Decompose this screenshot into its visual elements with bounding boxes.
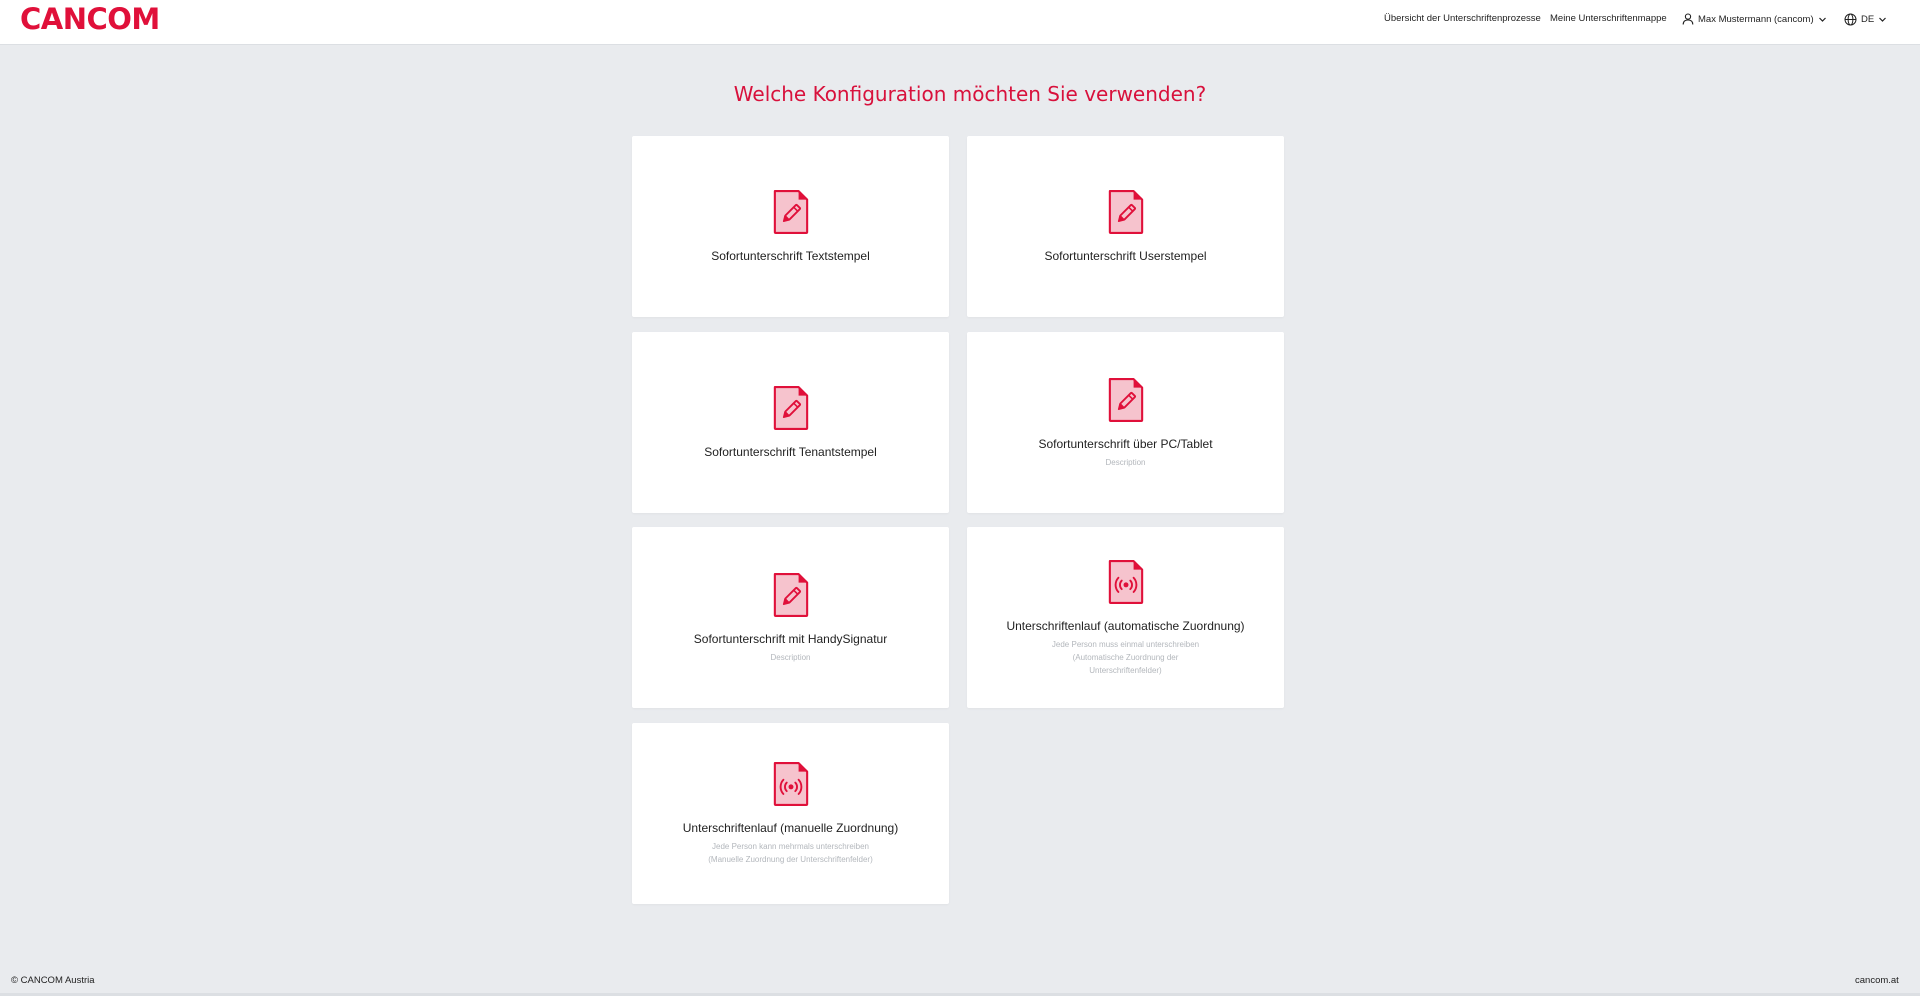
config-card-textstempel[interactable]: Sofortunterschrift Textstempel	[632, 136, 949, 317]
card-title: Unterschriftenlauf (manuelle Zuordnung)	[682, 821, 899, 835]
document-pen-icon	[1107, 189, 1145, 235]
card-title: Sofortunterschrift Textstempel	[711, 249, 870, 263]
card-description: Jede Person muss einmal unterschreiben (…	[1051, 639, 1200, 675]
nav-overview-link[interactable]: Übersicht der Unterschriftenprozesse	[1384, 13, 1541, 24]
user-icon	[1682, 13, 1694, 25]
top-header: CANCOM Übersicht der Unterschriftenproze…	[0, 0, 1920, 45]
document-broadcast-icon	[772, 761, 810, 807]
document-pen-icon	[772, 572, 810, 618]
cancom-logo[interactable]: CANCOM	[20, 3, 160, 35]
user-menu[interactable]: Max Mustermann (cancom)	[1682, 13, 1827, 25]
config-card-manual-assignment[interactable]: Unterschriftenlauf (manuelle Zuordnung) …	[632, 723, 949, 904]
card-description: Description	[770, 652, 811, 662]
document-pen-icon	[1107, 377, 1145, 423]
card-title: Sofortunterschrift über PC/Tablet	[1038, 436, 1213, 451]
language-label: DE	[1861, 14, 1875, 25]
document-broadcast-icon	[1107, 559, 1145, 605]
user-name: Max Mustermann (cancom)	[1698, 13, 1814, 25]
card-title: Unterschriftenlauf (automatische Zuordnu…	[1006, 618, 1245, 633]
config-card-handysignatur[interactable]: Sofortunterschrift mit HandySignatur Des…	[632, 527, 949, 708]
config-card-pc-tablet[interactable]: Sofortunterschrift über PC/Tablet Descri…	[967, 332, 1284, 513]
nav-folder-link[interactable]: Meine Unterschriftenmappe	[1550, 13, 1667, 24]
chevron-down-icon	[1818, 15, 1827, 24]
card-title: Sofortunterschrift Userstempel	[1044, 249, 1207, 263]
card-title: Sofortunterschrift mit HandySignatur	[693, 631, 888, 646]
globe-icon	[1844, 13, 1857, 26]
footer-copyright: © CANCOM Austria	[11, 975, 95, 986]
footer-link[interactable]: cancom.at	[1855, 975, 1899, 986]
page-title: Welche Konfiguration möchten Sie verwend…	[733, 82, 1207, 106]
card-description: Description	[1105, 457, 1146, 467]
config-card-automatic-assignment[interactable]: Unterschriftenlauf (automatische Zuordnu…	[967, 527, 1284, 708]
language-selector[interactable]: DE	[1844, 13, 1887, 26]
card-title: Sofortunterschrift Tenantstempel	[704, 445, 877, 459]
document-pen-icon	[772, 189, 810, 235]
config-card-userstempel[interactable]: Sofortunterschrift Userstempel	[967, 136, 1284, 317]
config-card-tenantstempel[interactable]: Sofortunterschrift Tenantstempel	[632, 332, 949, 513]
card-description: Jede Person kann mehrmals unterschreiben…	[708, 842, 873, 864]
chevron-down-icon	[1878, 15, 1887, 24]
document-pen-icon	[772, 385, 810, 431]
